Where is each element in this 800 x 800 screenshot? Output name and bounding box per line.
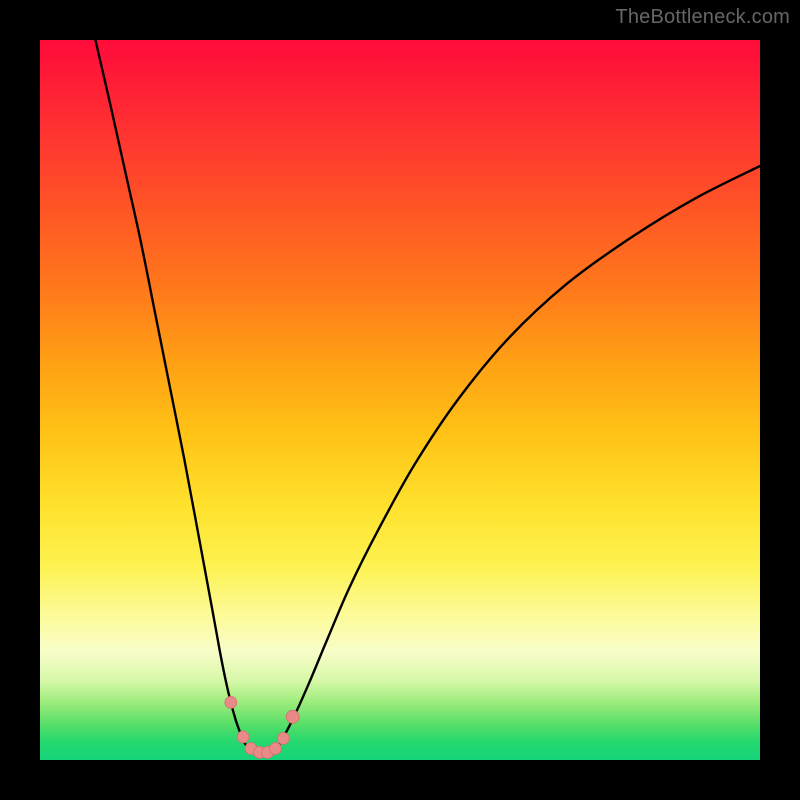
valley-marker bbox=[237, 731, 249, 743]
chart-frame: TheBottleneck.com bbox=[0, 0, 800, 800]
valley-marker bbox=[277, 732, 289, 744]
plot-area bbox=[40, 40, 760, 760]
valley-marker bbox=[225, 696, 237, 708]
watermark-text: TheBottleneck.com bbox=[615, 6, 790, 29]
valley-marker bbox=[270, 743, 282, 755]
curve-layer bbox=[40, 40, 760, 760]
bottleneck-curve bbox=[95, 40, 760, 753]
valley-marker bbox=[286, 710, 299, 723]
